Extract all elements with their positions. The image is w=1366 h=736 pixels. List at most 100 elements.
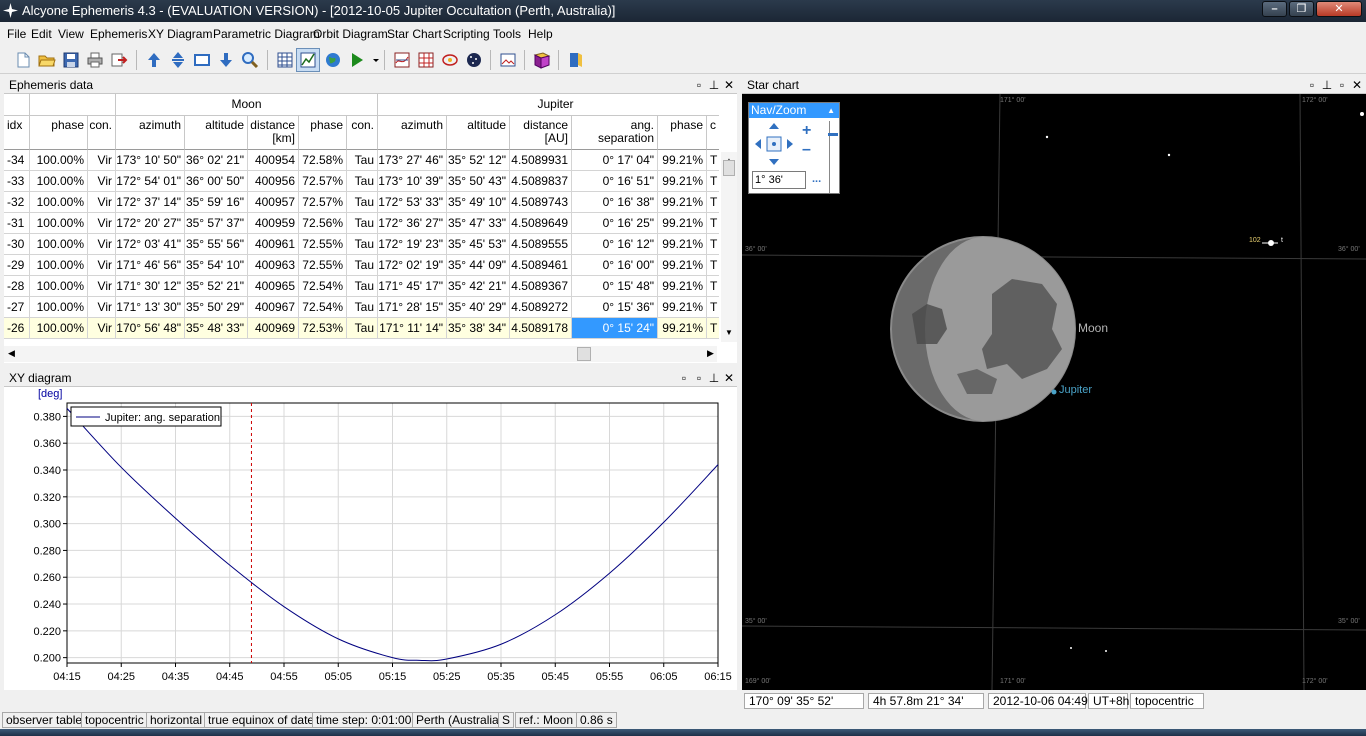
table-cell[interactable]: 35° 42' 21" [447, 276, 510, 297]
table-cell[interactable]: 35° 47' 33" [447, 213, 510, 234]
scroll-left-icon[interactable]: ◀ [8, 348, 15, 359]
table-cell[interactable]: 171° 45' 17" [378, 276, 447, 297]
table-cell[interactable]: 100.00% [30, 234, 88, 255]
menu-help[interactable]: Help [528, 27, 553, 41]
close-button[interactable]: ✕ [1316, 1, 1362, 17]
table-cell[interactable]: 400967 [248, 297, 299, 318]
panel-close-icon[interactable]: ✕ [722, 371, 736, 385]
table-cell[interactable]: T [707, 171, 719, 192]
table-cell[interactable]: T [707, 192, 719, 213]
column-header[interactable]: distance [km] [248, 116, 299, 150]
table-cell[interactable]: Tau [347, 255, 378, 276]
table-cell[interactable]: Vir [88, 171, 116, 192]
vertical-scroll-thumb[interactable] [723, 160, 735, 176]
table-vertical-scrollbar[interactable]: ▲ ▼ [721, 152, 737, 342]
table-cell[interactable]: 400957 [248, 192, 299, 213]
table-cell[interactable]: 0° 15' 48" [572, 276, 658, 297]
column-header[interactable]: azimuth [116, 116, 185, 150]
menu-edit[interactable]: Edit [31, 27, 52, 41]
panel-close-icon[interactable]: ✕ [722, 78, 736, 92]
panel-restore-icon[interactable]: ▫ [692, 371, 706, 385]
orbit-button[interactable] [441, 51, 459, 69]
nav-zoom-header[interactable]: Nav/Zoom ▲ [749, 103, 839, 118]
table-cell[interactable]: 173° 27' 46" [378, 150, 447, 171]
column-header[interactable]: altitude [185, 116, 248, 150]
table-cell[interactable]: 35° 50' 29" [185, 297, 248, 318]
zoom-slider-handle[interactable] [828, 133, 838, 136]
save-button[interactable] [62, 51, 80, 69]
table-row[interactable]: -31 100.00% Vir 172° 20' 27" 35° 57' 37" 4009… [4, 213, 719, 234]
export-button[interactable] [110, 51, 128, 69]
help-book-button[interactable] [533, 51, 551, 69]
fov-input[interactable] [752, 171, 806, 189]
table-cell[interactable]: -31 [4, 213, 30, 234]
column-header[interactable]: altitude [447, 116, 510, 150]
table-cell[interactable]: 0° 15' 36" [572, 297, 658, 318]
table-cell[interactable]: 4.5089367 [510, 276, 572, 297]
column-header[interactable]: phase [30, 116, 88, 150]
table-cell[interactable]: 172° 53' 33" [378, 192, 447, 213]
table-cell[interactable]: 100.00% [30, 318, 88, 339]
jupiter-label[interactable]: Jupiter [1059, 384, 1092, 396]
table-row[interactable]: -30 100.00% Vir 172° 03' 41" 35° 55' 56" 4009… [4, 234, 719, 255]
table-cell[interactable]: 35° 54' 10" [185, 255, 248, 276]
table-cell[interactable]: 4.5089649 [510, 213, 572, 234]
table-cell[interactable]: 171° 13' 30" [116, 297, 185, 318]
table-cell[interactable]: Tau [347, 234, 378, 255]
menu-parametric-diagram[interactable]: Parametric Diagram [213, 27, 320, 41]
globe-button[interactable] [324, 51, 342, 69]
table-cell[interactable]: 400961 [248, 234, 299, 255]
table-cell[interactable]: Tau [347, 276, 378, 297]
table-cell[interactable]: 400956 [248, 171, 299, 192]
table-cell[interactable]: 35° 40' 29" [447, 297, 510, 318]
table-cell[interactable]: T [707, 276, 719, 297]
table-cell[interactable]: 72.54% [299, 297, 347, 318]
table-cell[interactable]: T [707, 150, 719, 171]
center-button[interactable] [169, 51, 187, 69]
table-row[interactable]: -32 100.00% Vir 172° 37' 14" 35° 59' 16" 4009… [4, 192, 719, 213]
column-header[interactable]: phase [658, 116, 707, 150]
table-row[interactable]: -27 100.00% Vir 171° 13' 30" 35° 50' 29" 4009… [4, 297, 719, 318]
print-button[interactable] [86, 51, 104, 69]
table-row[interactable] [4, 339, 719, 344]
column-header[interactable]: idx [4, 116, 30, 150]
panel-pin-icon[interactable]: ⊥ [707, 371, 721, 385]
table-cell[interactable]: 99.21% [658, 234, 707, 255]
play-dropdown-button[interactable] [367, 51, 379, 69]
pan-down-icon[interactable] [769, 159, 779, 165]
table-cell[interactable]: -28 [4, 276, 30, 297]
table-cell[interactable]: 0° 16' 00" [572, 255, 658, 276]
table-cell[interactable]: 100.00% [30, 150, 88, 171]
table-cell[interactable]: -33 [4, 171, 30, 192]
column-header[interactable]: con. [88, 116, 116, 150]
table-view-button[interactable] [276, 51, 294, 69]
moon-label[interactable]: Moon [1078, 321, 1108, 335]
table-cell[interactable]: 100.00% [30, 171, 88, 192]
table-cell[interactable]: 35° 52' 12" [447, 150, 510, 171]
table-cell[interactable]: 4.5089178 [510, 318, 572, 339]
table-cell[interactable]: Tau [347, 150, 378, 171]
table-cell[interactable]: Vir [88, 150, 116, 171]
table-cell[interactable]: 72.54% [299, 276, 347, 297]
table-cell[interactable]: 100.00% [30, 297, 88, 318]
table-cell[interactable]: 400954 [248, 150, 299, 171]
menu-ephemeris[interactable]: Ephemeris [90, 27, 147, 41]
table-cell[interactable]: 72.55% [299, 234, 347, 255]
table-cell[interactable]: -32 [4, 192, 30, 213]
table-cell[interactable]: 171° 11' 14" [378, 318, 447, 339]
table-cell[interactable]: 173° 10' 50" [116, 150, 185, 171]
table-horizontal-scrollbar[interactable]: ◀ ▶ [4, 346, 717, 362]
column-header[interactable]: phase [299, 116, 347, 150]
menu-view[interactable]: View [58, 27, 84, 41]
star-chart-button[interactable] [465, 51, 483, 69]
scroll-down-icon[interactable]: ▼ [725, 328, 733, 337]
table-cell[interactable]: 36° 00' 50" [185, 171, 248, 192]
exit-button[interactable] [567, 51, 585, 69]
table-cell[interactable]: 72.56% [299, 213, 347, 234]
table-cell[interactable]: 100.00% [30, 213, 88, 234]
table-cell[interactable]: 99.21% [658, 318, 707, 339]
table-cell[interactable]: 400959 [248, 213, 299, 234]
table-row[interactable]: -34 100.00% Vir 173° 10' 50" 36° 02' 21" 4009… [4, 150, 719, 171]
table-cell[interactable]: Vir [88, 318, 116, 339]
table-cell[interactable]: Vir [88, 192, 116, 213]
